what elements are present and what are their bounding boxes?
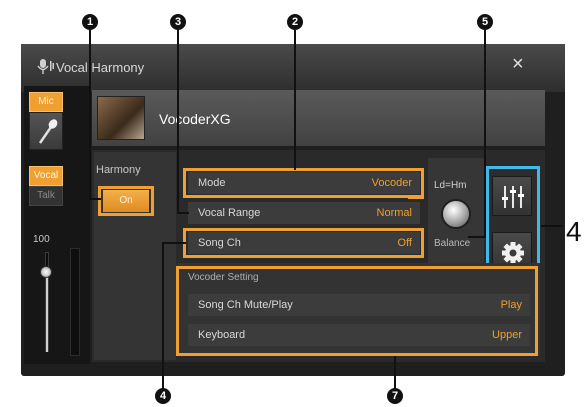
callout-box-vocoder-setting xyxy=(176,266,538,356)
balance-knob[interactable] xyxy=(441,199,471,229)
leader-line-3 xyxy=(177,212,189,214)
balance-label: Balance xyxy=(434,238,471,249)
mixer-button[interactable] xyxy=(492,176,532,216)
leader-line-5 xyxy=(484,30,486,238)
tab-talk[interactable]: Talk xyxy=(29,186,63,206)
tab-vocal[interactable]: Vocal xyxy=(29,166,63,186)
callout-box-harmony xyxy=(98,186,154,216)
harmony-label: Harmony xyxy=(96,164,141,176)
leader-line-3 xyxy=(177,30,179,214)
leader-line-1 xyxy=(89,30,91,200)
callout-side-4: 4 xyxy=(566,216,582,247)
volume-value: 100 xyxy=(33,234,50,245)
vocal-range-row[interactable]: Vocal Range Normal xyxy=(188,202,420,224)
callout-number-7: 7 xyxy=(387,388,403,404)
callout-number-3: 3 xyxy=(170,14,186,30)
callout-box-mode xyxy=(183,168,424,198)
preset-thumbnail xyxy=(97,96,145,140)
volume-slider-knob[interactable] xyxy=(40,266,52,278)
leader-line-4 xyxy=(162,242,186,244)
tab-mic[interactable]: Mic xyxy=(29,92,63,112)
callout-number-2: 2 xyxy=(287,14,303,30)
level-meter xyxy=(70,248,80,356)
mic-icon xyxy=(37,58,55,76)
callout-box-song-ch xyxy=(183,228,424,258)
leader-line-7 xyxy=(394,356,396,392)
vocal-range-value: Normal xyxy=(376,207,412,219)
leader-line-4 xyxy=(162,242,164,392)
callout-link xyxy=(408,196,424,199)
close-icon[interactable]: × xyxy=(512,54,524,74)
callout-number-5: 5 xyxy=(477,14,493,30)
window-title: Vocal Harmony xyxy=(56,60,145,75)
leader-line-side-4 xyxy=(541,225,563,227)
preset-name: VocoderXG xyxy=(159,111,231,127)
leader-line-1 xyxy=(89,198,101,200)
callout-number-4: 4 xyxy=(155,388,171,404)
vocal-range-label: Vocal Range xyxy=(198,207,261,219)
volume-slider-fill xyxy=(46,272,48,352)
microphone-icon xyxy=(38,119,58,144)
microphone-button[interactable] xyxy=(29,112,63,150)
leader-line-2 xyxy=(294,30,296,170)
mixer-icon xyxy=(502,186,524,208)
balance-top-label: Ld=Hm xyxy=(434,180,467,191)
callout-number-1: 1 xyxy=(82,14,98,30)
leader-line-5 xyxy=(468,236,486,238)
